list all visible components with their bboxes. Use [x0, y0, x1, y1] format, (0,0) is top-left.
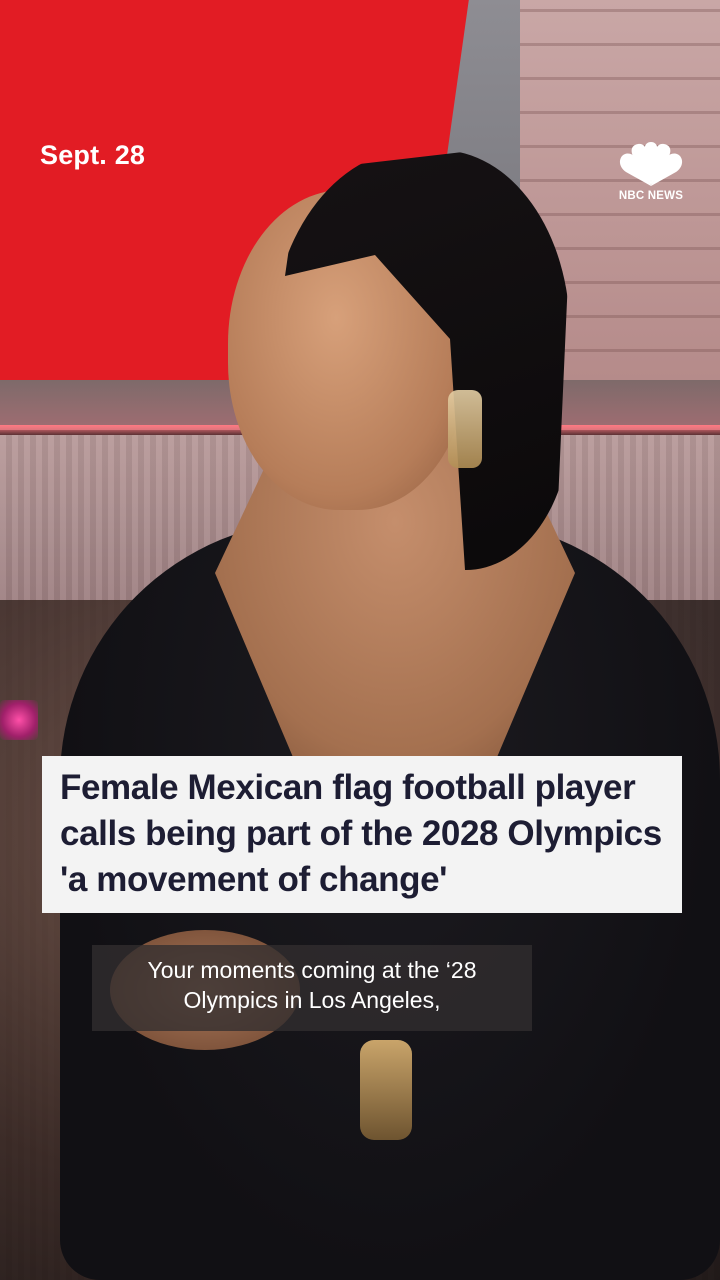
video-frame[interactable]: Sept. 28 NBC NEWS Female Mexican flag fo…	[0, 0, 720, 1280]
headline-banner: Female Mexican flag football player call…	[42, 756, 682, 913]
peacock-icon	[619, 142, 683, 186]
headline-text: Female Mexican flag football player call…	[60, 768, 662, 899]
subtitle-caption: Your moments coming at the ‘28 Olympics …	[92, 945, 532, 1031]
date-label: Sept. 28	[40, 140, 146, 170]
interviewee-watch	[360, 1040, 412, 1140]
interviewee-earring	[448, 390, 482, 468]
nbc-news-wordmark: NBC NEWS	[618, 190, 684, 202]
subtitle-text: Your moments coming at the ‘28 Olympics …	[147, 957, 477, 1013]
studio-pink-light	[0, 700, 38, 740]
nbc-news-logo: NBC NEWS	[612, 142, 690, 204]
